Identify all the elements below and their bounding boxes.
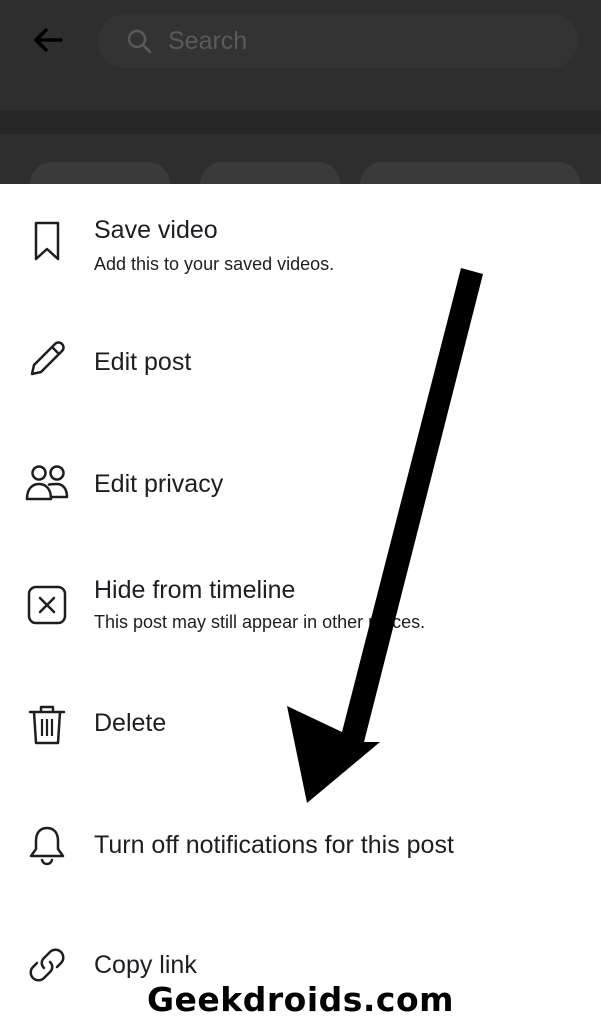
menu-item-subtitle: This post may still appear in other plac… [94, 612, 426, 632]
menu-item-edit-privacy[interactable]: Edit privacy [0, 436, 601, 536]
search-bar[interactable] [98, 14, 578, 68]
menu-item-title: Edit privacy [94, 470, 224, 498]
menu-item-delete[interactable]: Delete [0, 684, 601, 784]
search-icon [124, 26, 154, 56]
search-input[interactable] [166, 25, 530, 57]
menu-item-save-video[interactable]: Save video Add this to your saved videos… [0, 204, 601, 304]
menu-item-turn-off-notifications[interactable]: Turn off notifications for this post [0, 804, 601, 904]
menu-item-title: Edit post [94, 348, 192, 376]
pencil-icon [24, 336, 70, 382]
action-chip [360, 162, 580, 184]
menu-item-subtitle: Add this to your saved videos. [94, 254, 335, 274]
trash-icon [24, 702, 70, 748]
menu-item-title: Save video [94, 216, 218, 244]
back-arrow-icon [33, 27, 63, 58]
action-chip [200, 162, 340, 184]
menu-item-hide-from-timeline[interactable]: Hide from timeline This post may still a… [0, 564, 601, 664]
back-button[interactable] [26, 22, 70, 62]
post-options-sheet: Save video Add this to your saved videos… [0, 184, 601, 1024]
menu-item-title: Turn off notifications for this post [94, 831, 454, 859]
menu-item-title: Hide from timeline [94, 576, 296, 604]
header-divider [0, 110, 601, 134]
menu-item-title: Delete [94, 709, 167, 737]
bell-icon [24, 822, 70, 868]
people-icon [24, 460, 70, 506]
menu-item-title: Copy link [94, 951, 197, 979]
x-box-icon [24, 582, 70, 628]
dimmed-background [0, 0, 601, 184]
menu-item-edit-post[interactable]: Edit post [0, 316, 601, 416]
action-chip [30, 162, 170, 184]
bookmark-icon [24, 218, 70, 264]
site-watermark: Geekdroids.com [146, 980, 455, 1019]
